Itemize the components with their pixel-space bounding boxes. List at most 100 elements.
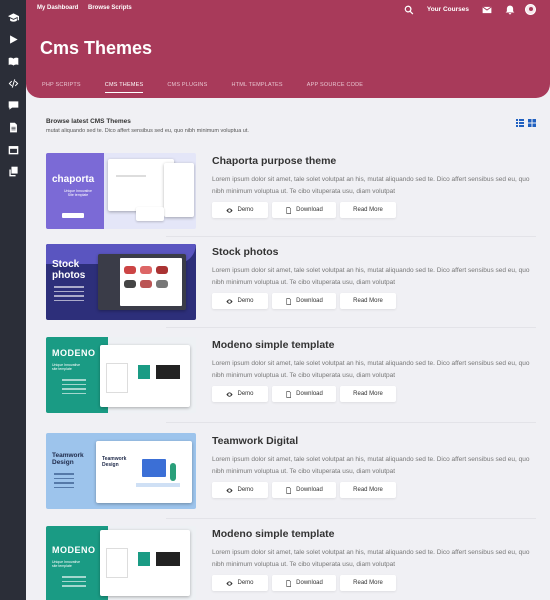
avatar[interactable]: [525, 4, 536, 15]
thumbnail-subtitle: Unique Innovative Site template: [63, 189, 93, 197]
grid-view-icon[interactable]: [528, 114, 536, 127]
play-icon[interactable]: [6, 32, 20, 46]
list-item: MODENO Unique Innovative site template Mo…: [46, 526, 536, 600]
calendar-icon[interactable]: [6, 142, 20, 156]
demo-button[interactable]: Demo: [212, 386, 268, 402]
item-description: Lorem ipsum dolor sit amet, tale solet v…: [212, 267, 530, 286]
read-more-label: Read More: [353, 207, 383, 213]
tab-cms-themes[interactable]: CMS THEMES: [104, 82, 144, 93]
download-label: Download: [296, 580, 323, 586]
tab-app-source-code[interactable]: APP SOURCE CODE: [307, 82, 363, 93]
download-label: Download: [296, 487, 323, 493]
read-more-button[interactable]: Read More: [340, 482, 396, 498]
tab-cms-plugins[interactable]: CMS PLUGINS: [167, 82, 207, 93]
item-thumbnail[interactable]: Stock photos: [46, 244, 196, 320]
item-divider: [166, 327, 536, 328]
graduation-cap-icon[interactable]: [6, 10, 20, 24]
item-thumbnail[interactable]: Teamwork Design Teamwork Design: [46, 433, 196, 509]
demo-button[interactable]: Demo: [212, 293, 268, 309]
comment-icon[interactable]: [6, 98, 20, 112]
search-icon[interactable]: [404, 4, 415, 15]
thumbnail-subtitle: Unique Innovative site template: [52, 363, 81, 371]
file-icon: [286, 390, 292, 398]
download-button[interactable]: Download: [272, 202, 336, 218]
top-right-controls: Your Courses: [392, 4, 536, 15]
read-more-button[interactable]: Read More: [340, 293, 396, 309]
item-divider: [166, 518, 536, 519]
item-actions: Demo Download Read More: [212, 293, 400, 309]
thumbnail-subtitle: Unique Innovative site template: [52, 560, 81, 568]
demo-label: Demo: [237, 580, 254, 586]
nav-browse-scripts[interactable]: Browse Scripts: [88, 5, 132, 11]
item-divider: [166, 422, 536, 423]
page-header: My Dashboard Browse Scripts Your Courses…: [26, 0, 550, 98]
demo-label: Demo: [237, 391, 254, 397]
read-more-label: Read More: [353, 391, 383, 397]
file-icon[interactable]: [6, 120, 20, 134]
copy-icon[interactable]: [6, 164, 20, 178]
book-icon[interactable]: [6, 54, 20, 68]
thumbnail-title: MODENO: [52, 545, 96, 555]
item-title[interactable]: Teamwork Digital: [212, 435, 298, 447]
demo-button[interactable]: Demo: [212, 575, 268, 591]
list-view-icon[interactable]: [516, 114, 524, 127]
thumbnail-title: Stock photos: [52, 259, 86, 281]
item-thumbnail[interactable]: MODENO Unique Innovative site template: [46, 526, 196, 600]
item-title[interactable]: Modeno simple template: [212, 528, 335, 540]
download-button[interactable]: Download: [272, 386, 336, 402]
item-actions: Demo Download Read More: [212, 386, 400, 402]
read-more-button[interactable]: Read More: [340, 386, 396, 402]
item-actions: Demo Download Read More: [212, 482, 400, 498]
file-icon: [286, 579, 292, 587]
read-more-button[interactable]: Read More: [340, 202, 396, 218]
item-description: Lorem ipsum dolor sit amet, tale solet v…: [212, 456, 530, 475]
demo-label: Demo: [237, 207, 254, 213]
item-description: Lorem ipsum dolor sit amet, tale solet v…: [212, 176, 530, 195]
eye-icon: [226, 298, 234, 304]
list-item: chaporta Unique Innovative Site template …: [46, 153, 536, 233]
item-divider: [166, 236, 536, 237]
download-button[interactable]: Download: [272, 575, 336, 591]
item-title[interactable]: Stock photos: [212, 246, 279, 258]
demo-button[interactable]: Demo: [212, 202, 268, 218]
view-toggle: [512, 114, 536, 127]
your-courses-link[interactable]: Your Courses: [427, 6, 469, 13]
item-thumbnail[interactable]: chaporta Unique Innovative Site template: [46, 153, 196, 229]
list-item: Teamwork Design Teamwork Design Teamwork D…: [46, 433, 536, 513]
item-actions: Demo Download Read More: [212, 202, 400, 218]
download-label: Download: [296, 207, 323, 213]
demo-button[interactable]: Demo: [212, 482, 268, 498]
file-icon: [286, 297, 292, 305]
eye-icon: [226, 487, 234, 493]
item-title[interactable]: Modeno simple template: [212, 339, 335, 351]
tab-php-scripts[interactable]: PHP SCRIPTS: [42, 82, 81, 93]
content-heading: Browse latest CMS Themes mutat aliquando…: [46, 118, 536, 134]
item-description: Lorem ipsum dolor sit amet, tale solet v…: [212, 360, 530, 379]
item-title[interactable]: Chaporta purpose theme: [212, 155, 336, 167]
read-more-label: Read More: [353, 298, 383, 304]
list-item: Stock photos Stock photos Lorem ipsum dol…: [46, 244, 536, 324]
section-title: Browse latest CMS Themes: [46, 118, 131, 125]
download-button[interactable]: Download: [272, 293, 336, 309]
code-icon[interactable]: [6, 76, 20, 90]
read-more-label: Read More: [353, 580, 383, 586]
mail-icon[interactable]: [481, 4, 492, 15]
top-nav: My Dashboard Browse Scripts: [37, 5, 140, 11]
demo-label: Demo: [237, 487, 254, 493]
download-button[interactable]: Download: [272, 482, 336, 498]
thumbnail-title-secondary: Teamwork Design: [102, 456, 127, 468]
thumbnail-title: Teamwork Design: [52, 452, 84, 466]
item-thumbnail[interactable]: MODENO Unique Innovative site template: [46, 337, 196, 413]
download-label: Download: [296, 298, 323, 304]
file-icon: [286, 206, 292, 214]
read-more-button[interactable]: Read More: [340, 575, 396, 591]
nav-my-dashboard[interactable]: My Dashboard: [37, 5, 78, 11]
item-actions: Demo Download Read More: [212, 575, 400, 591]
file-icon: [286, 486, 292, 494]
tab-html-templates[interactable]: HTML TEMPLATES: [231, 82, 282, 93]
eye-icon: [226, 391, 234, 397]
eye-icon: [226, 207, 234, 213]
category-tabs: PHP SCRIPTS CMS THEMES CMS PLUGINS HTML …: [42, 82, 387, 93]
list-item: MODENO Unique Innovative site template Mo…: [46, 337, 536, 417]
bell-icon[interactable]: [504, 4, 515, 15]
